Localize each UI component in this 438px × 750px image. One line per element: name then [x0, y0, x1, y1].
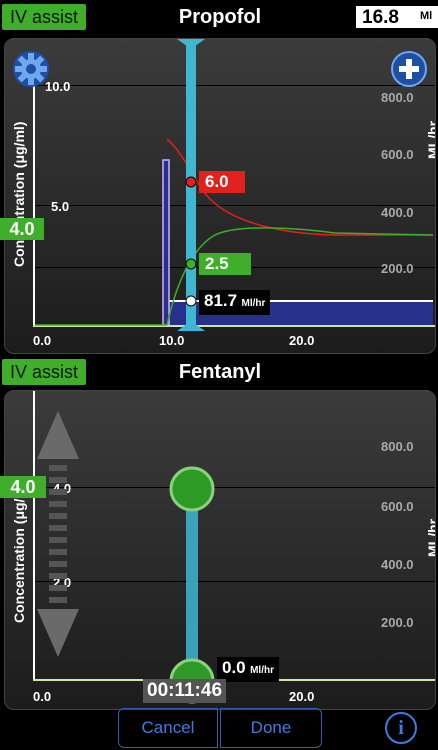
gridline [33, 581, 435, 582]
gridline [33, 487, 435, 488]
cancel-button[interactable]: Cancel [118, 708, 218, 748]
target-concentration-tag[interactable]: 4.0 [0, 218, 44, 240]
rate-unit: Ml/hr [241, 298, 266, 309]
volume-readout-unit: Ml [420, 10, 433, 22]
y-right-tick-label: 600.0 [381, 499, 414, 514]
propofol-chart-panel[interactable]: 10.0 5.0 800.0 600.0 400.0 200.0 0.0 10.… [4, 38, 436, 354]
fentanyl-chart-panel[interactable]: 4.0 2.0 800.0 600.0 400.0 200.0 0.0 20.0… [4, 390, 436, 710]
rate-marker [185, 295, 197, 307]
cursor-bottom-arrow-icon [177, 321, 205, 331]
drug-title-propofol: Propofol [178, 6, 262, 28]
effect-marker [185, 258, 197, 270]
iv-assist-button-fentanyl[interactable]: IV assist [2, 359, 87, 385]
rate-value-label: 81.7 Ml/hr [199, 290, 271, 315]
rate-unit: Ml/hr [250, 665, 274, 676]
volume-readout: 16.8 Ml [356, 6, 438, 28]
target-concentration-tag[interactable]: 4.0 [0, 476, 46, 498]
time-cursor[interactable] [186, 487, 198, 679]
iv-assist-button-propofol[interactable]: IV assist [2, 4, 87, 30]
y-right-tick-label: 200.0 [381, 615, 414, 630]
rate-value: 0.0 [222, 658, 246, 677]
dose-up-down-arrows-icon[interactable] [35, 411, 81, 661]
rate-value-label: 0.0 Ml/hr [217, 657, 279, 682]
y-axis-title: Concentration (μg/ml) [11, 477, 27, 623]
rate-value: 81.7 [204, 291, 238, 310]
x-tick-label: 0.0 [33, 689, 52, 704]
y-right-tick-label: 400.0 [381, 557, 414, 572]
drug-title-fentanyl: Fentanyl [178, 361, 262, 383]
bolus-bar [162, 159, 170, 326]
y-right-axis-title: ML/hr [425, 518, 436, 557]
info-icon[interactable]: i [385, 712, 417, 744]
dose-handle-top[interactable] [168, 465, 216, 513]
plasma-value-label: 6.0 [199, 171, 245, 193]
effect-value-label: 2.5 [199, 253, 251, 275]
done-button[interactable]: Done [220, 708, 322, 748]
elapsed-timer: 00:11:46 [143, 679, 227, 703]
plasma-marker [185, 176, 197, 188]
volume-readout-value: 16.8 [362, 7, 399, 28]
y-right-tick-label: 800.0 [381, 439, 414, 454]
x-tick-label: 20.0 [289, 689, 315, 704]
cursor-top-arrow-icon [177, 39, 205, 49]
